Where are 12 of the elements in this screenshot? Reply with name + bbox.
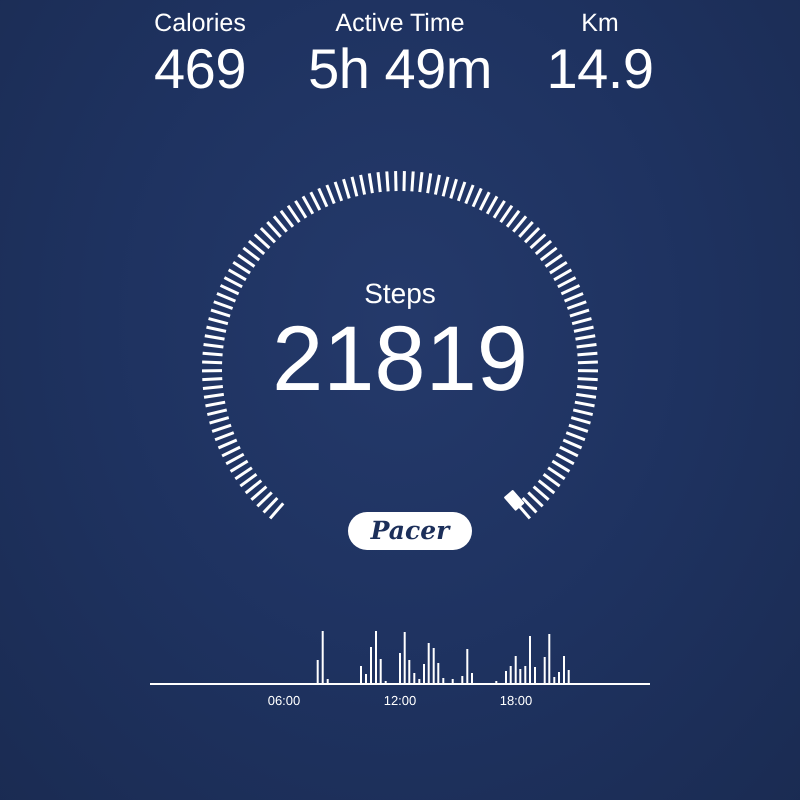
time-label: 06:00: [268, 693, 300, 708]
stat-value: 469: [154, 38, 246, 100]
stat-label: Calories: [154, 10, 246, 38]
stat-value: 5h 49m: [308, 38, 492, 100]
stat-value: 14.9: [546, 38, 654, 100]
pacer-logo: Pacer: [348, 512, 472, 550]
steps-label: Steps: [364, 278, 436, 310]
time-label: 18:00: [500, 693, 532, 708]
stat-label: Active Time: [335, 10, 465, 38]
stat-label: Km: [581, 10, 619, 38]
time-label: 12:00: [384, 693, 416, 708]
steps-count: 21819: [272, 308, 528, 410]
